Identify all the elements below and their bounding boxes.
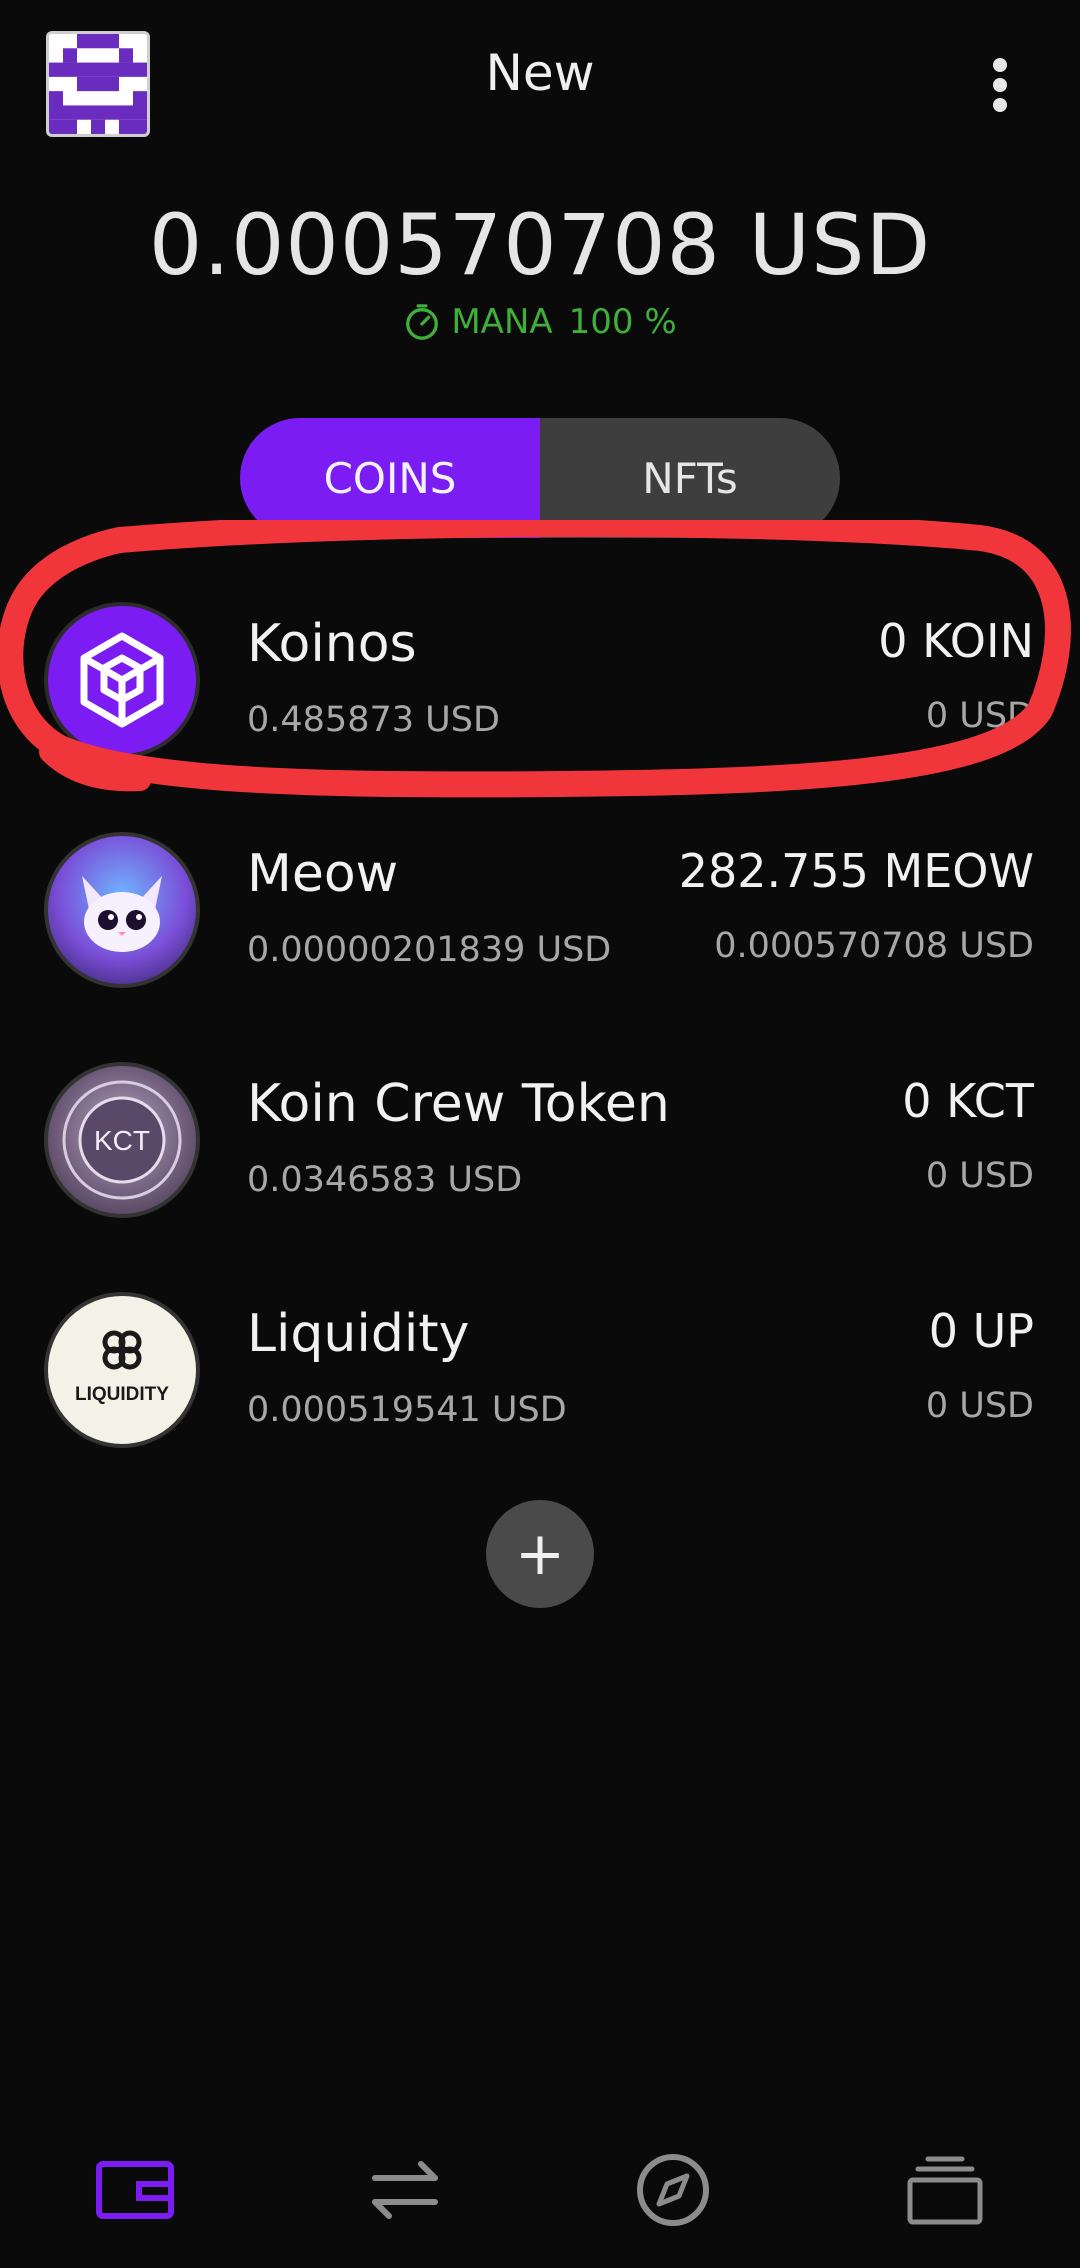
liquidity-icon-text: LIQUIDITY [75, 1384, 169, 1405]
liquidity-icon: LIQUIDITY [44, 1292, 200, 1448]
coin-row-meow[interactable]: Meow 0.00000201839 USD 282.755 MEOW 0.00… [0, 812, 1080, 1012]
coin-name: Koinos [247, 614, 417, 674]
page-title: New [485, 44, 595, 102]
asset-tabs: COINS NFTs [240, 418, 840, 538]
coin-row-koin-crew-token[interactable]: KCT Koin Crew Token 0.0346583 USD 0 KCT … [0, 1042, 1080, 1242]
tab-nfts[interactable]: NFTs [540, 418, 840, 538]
coin-amount: 0 KCT [902, 1074, 1034, 1128]
nav-explore[interactable] [618, 2140, 728, 2240]
coin-name: Koin Crew Token [247, 1074, 670, 1134]
mana-value: 100 % [568, 302, 677, 342]
meow-cat-icon [44, 832, 200, 988]
koinos-cube-icon [44, 602, 200, 758]
bottom-nav [0, 2140, 1080, 2240]
coin-price: 0.000519541 USD [247, 1390, 567, 1430]
nav-swap[interactable] [350, 2140, 460, 2240]
coin-value: 0 USD [925, 696, 1034, 736]
add-token-button[interactable]: + [486, 1500, 594, 1608]
coin-name: Meow [247, 844, 399, 904]
swap-icon [372, 2161, 438, 2219]
timer-icon [406, 304, 439, 340]
coin-row-liquidity[interactable]: LIQUIDITY Liquidity 0.000519541 USD 0 UP… [0, 1272, 1080, 1472]
more-vertical-icon [993, 58, 1007, 72]
coin-row-koinos[interactable]: Koinos 0.485873 USD 0 KOIN 0 USD [0, 582, 1080, 782]
stack-icon [907, 2156, 983, 2225]
tab-coins[interactable]: COINS [240, 418, 540, 538]
total-balance: 0.000570708 USD [148, 196, 932, 294]
coin-price: 0.0346583 USD [247, 1160, 523, 1200]
coin-price: 0.00000201839 USD [247, 930, 612, 970]
coin-name: Liquidity [247, 1304, 470, 1364]
nav-wallet[interactable] [80, 2140, 190, 2240]
mana-label: MANA [451, 302, 553, 342]
coin-amount: 0 UP [928, 1304, 1034, 1358]
menu-dot [993, 98, 1007, 112]
menu-dot [993, 78, 1007, 92]
coin-amount: 282.755 MEOW [678, 844, 1034, 898]
kct-coin-icon: KCT [44, 1062, 200, 1218]
coin-price: 0.485873 USD [247, 700, 500, 740]
nav-accounts[interactable] [890, 2140, 1000, 2240]
compass-icon [637, 2154, 709, 2226]
more-menu-button[interactable] [980, 54, 1020, 114]
mana-indicator: MANA 100 % [0, 302, 1080, 342]
coin-value: 0 USD [925, 1386, 1034, 1426]
kct-icon-text: KCT [94, 1125, 150, 1156]
wallet-icon [96, 2161, 174, 2219]
coin-value: 0 USD [925, 1156, 1034, 1196]
coin-amount: 0 KOIN [878, 614, 1034, 668]
coin-value: 0.000570708 USD [714, 926, 1034, 966]
